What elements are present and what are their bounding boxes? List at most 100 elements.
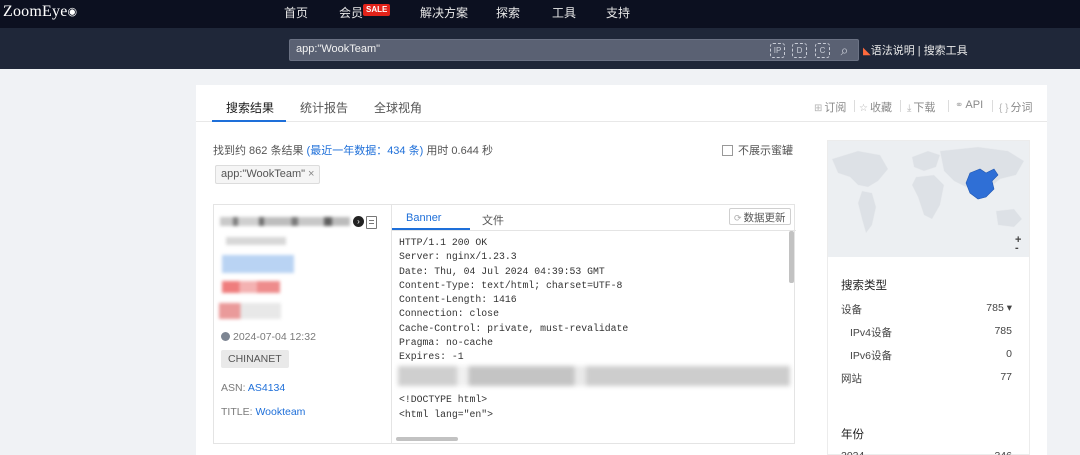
subscribe-icon: ⊞ [814, 103, 823, 114]
redacted-org [219, 303, 281, 319]
download-icon: ⤓ [907, 103, 912, 114]
title-link[interactable]: Wookteam [255, 406, 305, 418]
result-date: 2024-07-04 12:32 [221, 331, 316, 343]
active-tab-indicator [212, 120, 286, 122]
nav-explore[interactable]: 探索 [496, 4, 520, 21]
honeypot-checkbox[interactable] [722, 145, 733, 156]
divider [992, 100, 993, 112]
europe-shape [911, 150, 941, 172]
api-button[interactable]: ⚭ API [955, 99, 983, 111]
tab-banner[interactable]: Banner [406, 212, 441, 224]
banner-line: Expires: -1 [399, 351, 464, 363]
banner-text: HTTP/1.1 200 OK Server: nginx/1.23.3 Date:… [399, 236, 628, 422]
star-icon: ☆ [859, 103, 868, 114]
data-refresh-button[interactable]: ⟳ 数据更新 [729, 208, 791, 225]
banner-line: <!DOCTYPE html> [399, 394, 488, 406]
link-icon: ⚭ [955, 100, 964, 111]
banner-line: Content-Length: 1416 [399, 294, 517, 306]
help-separator: | [917, 45, 921, 57]
asn-row: ASN: AS4134 [221, 382, 286, 394]
horizontal-scrollbar[interactable] [396, 437, 458, 441]
share-button[interactable]: { } 分词 [999, 99, 1032, 115]
search-query-text: app:"WookTeam" [296, 43, 381, 55]
type-ipv4-label[interactable]: IPv4设备 [850, 325, 892, 340]
open-link-icon[interactable]: › [353, 216, 364, 227]
zoom-out-button[interactable]: - [1015, 242, 1019, 254]
results-tabs: 搜索结果 统计报告 全球视角 ⊞ 订阅 ☆ 收藏 ⤓ 下载 ⚭ API { } 分词 [196, 85, 1047, 122]
top-nav: ZoomEye◉ 首页 会员 SALE 解决方案 探索 工具 支持 [0, 0, 1080, 28]
side-panel: + - 搜索类型 设备 785 ▾ IPv4设备 785 IPv6设备 0 网站… [827, 140, 1030, 455]
type-ipv4-count: 785 [994, 325, 1012, 337]
divider [854, 100, 855, 112]
type-ipv6-label[interactable]: IPv6设备 [850, 348, 892, 363]
redacted-host [226, 237, 286, 245]
recent-year-link[interactable]: (最近一年数据：434 条) [307, 145, 424, 157]
divider [900, 100, 901, 112]
banner-line: Content-Type: text/html; charset=UTF-8 [399, 279, 623, 291]
banner-line: Pragma: no-cache [399, 337, 494, 349]
type-website-label[interactable]: 网站 [841, 371, 862, 386]
eye-icon: ◉ [67, 6, 78, 18]
close-icon[interactable]: × [308, 168, 314, 180]
banner-line: <html lang="en"> [399, 408, 494, 420]
nav-solutions[interactable]: 解决方案 [420, 4, 468, 21]
vertical-scrollbar[interactable] [789, 231, 794, 283]
type-device-count[interactable]: 785 ▾ [986, 302, 1012, 314]
nav-member[interactable]: 会员 [339, 4, 363, 21]
nav-home[interactable]: 首页 [284, 4, 308, 21]
divider [948, 100, 949, 112]
domain-scan-icon[interactable]: D [792, 43, 807, 58]
search-help-links: ◣语法说明 | 搜索工具 [863, 42, 968, 58]
search-tools-link[interactable]: 搜索工具 [924, 45, 968, 57]
subscribe-button[interactable]: ⊞ 订阅 [814, 99, 846, 115]
nav-tools[interactable]: 工具 [552, 4, 576, 21]
refresh-icon: ⟳ [734, 213, 742, 223]
tab-search-results[interactable]: 搜索结果 [226, 99, 274, 116]
banner-tab-indicator [392, 228, 470, 230]
search-input[interactable]: app:"WookTeam" IP D C ⌕ [289, 39, 859, 61]
tab-global-view[interactable]: 全球视角 [374, 99, 422, 116]
filter-chip[interactable]: app:"WookTeam" × [215, 165, 321, 184]
south-america-shape [857, 190, 877, 234]
year-2024-count: 346 [994, 450, 1012, 455]
world-map-svg [831, 146, 1025, 234]
clock-icon [221, 332, 230, 341]
result-item: › 2024-07-04 12:32 CHINANET ASN: AS4134 … [213, 204, 796, 444]
results-card: 搜索结果 统计报告 全球视角 ⊞ 订阅 ☆ 收藏 ⤓ 下载 ⚭ API { } 分词 找到… [196, 85, 1047, 455]
banner-tab-divider [392, 230, 796, 231]
download-button[interactable]: ⤓ 下载 [907, 99, 935, 115]
result-summary: 找到约 862 条结果 (最近一年数据：434 条) 用时 0.644 秒 [213, 145, 493, 157]
search-icon[interactable]: ⌕ [837, 43, 852, 58]
type-website-count: 77 [1000, 371, 1012, 383]
redacted-flag [222, 281, 280, 293]
title-row: TITLE: Wookteam [221, 406, 306, 418]
asn-link[interactable]: AS4134 [248, 382, 285, 394]
type-ipv6-count: 0 [1006, 348, 1012, 360]
honeypot-toggle[interactable]: 不展示蜜罐 [722, 142, 793, 158]
banner-pane: Banner 文件 ⟳ 数据更新 HTTP/1.1 200 OK Server: n… [391, 205, 796, 443]
tab-stats-report[interactable]: 统计报告 [300, 99, 348, 116]
australia-shape [995, 208, 1023, 228]
north-america-shape [831, 150, 889, 188]
tab-file[interactable]: 文件 [482, 212, 504, 228]
banner-line: Date: Thu, 04 Jul 2024 04:39:53 GMT [399, 265, 605, 277]
sale-badge: SALE [363, 4, 391, 16]
bracket-icon: { } [999, 103, 1009, 114]
copy-icon[interactable] [366, 216, 377, 229]
isp-tag[interactable]: CHINANET [221, 350, 289, 368]
syntax-help-link[interactable]: 语法说明 [871, 45, 915, 57]
banner-line: Server: nginx/1.23.3 [399, 251, 517, 263]
zoomeye-logo[interactable]: ZoomEye◉ [3, 3, 77, 21]
type-device-label[interactable]: 设备 [841, 302, 862, 317]
favorite-button[interactable]: ☆ 收藏 [859, 99, 892, 115]
redacted-location [222, 255, 294, 273]
year-title: 年份 [841, 429, 864, 441]
flame-icon: ◣ [863, 46, 871, 57]
nav-support[interactable]: 支持 [606, 4, 630, 21]
world-map[interactable]: + - [828, 141, 1029, 257]
ip-scan-icon[interactable]: IP [770, 43, 785, 58]
year-2024-label[interactable]: 2024 [841, 450, 864, 455]
banner-line: Cache-Control: private, must-revalidate [399, 322, 629, 334]
banner-line: HTTP/1.1 200 OK [399, 237, 488, 248]
cert-scan-icon[interactable]: C [815, 43, 830, 58]
